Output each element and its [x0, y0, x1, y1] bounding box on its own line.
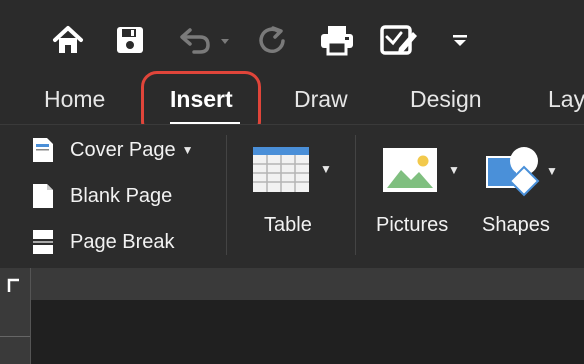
quick-access-toolbar	[0, 0, 584, 80]
pictures-icon	[383, 148, 437, 192]
edit-document-icon[interactable]	[378, 20, 420, 60]
print-icon[interactable]	[318, 20, 356, 60]
redo-icon[interactable]	[254, 20, 290, 60]
horizontal-ruler	[0, 268, 584, 301]
table-dropdown-icon[interactable]: ▼	[320, 162, 332, 176]
cover-page-button[interactable]: Cover Page ▼	[32, 137, 194, 163]
document-canvas[interactable]	[31, 300, 584, 364]
tab-home[interactable]: Home	[44, 86, 105, 113]
shapes-icon	[486, 147, 540, 197]
ribbon-tabs: Home Insert Draw Design Lay	[0, 80, 584, 124]
pictures-label: Pictures	[376, 214, 449, 236]
cover-page-dropdown-icon[interactable]: ▼	[182, 143, 194, 157]
home-icon[interactable]	[50, 20, 86, 60]
vertical-ruler	[0, 300, 31, 364]
page-break-label: Page Break	[70, 230, 175, 253]
table-icon	[253, 147, 309, 192]
blank-page-label: Blank Page	[70, 184, 173, 207]
blank-page-button[interactable]: Blank Page	[32, 183, 172, 209]
ribbon-separator	[355, 135, 356, 255]
table-button[interactable]: ▼	[252, 145, 332, 193]
tab-design[interactable]: Design	[410, 86, 482, 113]
page-break-icon	[33, 230, 53, 254]
cover-page-icon	[33, 138, 53, 162]
pictures-button[interactable]: ▼	[382, 147, 460, 193]
shapes-dropdown-icon[interactable]: ▼	[546, 164, 558, 178]
tab-draw[interactable]: Draw	[294, 86, 348, 113]
save-icon[interactable]	[113, 20, 147, 60]
tab-layout[interactable]: Lay	[548, 86, 584, 113]
ribbon-separator	[226, 135, 227, 255]
cover-page-label: Cover Page	[70, 138, 176, 161]
shapes-label: Shapes	[482, 214, 550, 236]
left-tab-stop-icon	[7, 278, 19, 292]
page-break-button[interactable]: Page Break	[32, 229, 175, 255]
shapes-button[interactable]: ▼	[486, 143, 558, 199]
tab-selector-button[interactable]	[0, 268, 31, 300]
table-label: Table	[264, 214, 312, 236]
customize-toolbar-icon[interactable]	[448, 20, 472, 60]
undo-icon[interactable]	[175, 20, 233, 60]
insert-ribbon: Cover Page ▼ Blank Page Page Break ▼ Tab…	[0, 124, 584, 269]
pictures-dropdown-icon[interactable]: ▼	[448, 163, 460, 177]
blank-page-icon	[33, 184, 53, 208]
vertical-ruler-mark	[0, 336, 30, 337]
